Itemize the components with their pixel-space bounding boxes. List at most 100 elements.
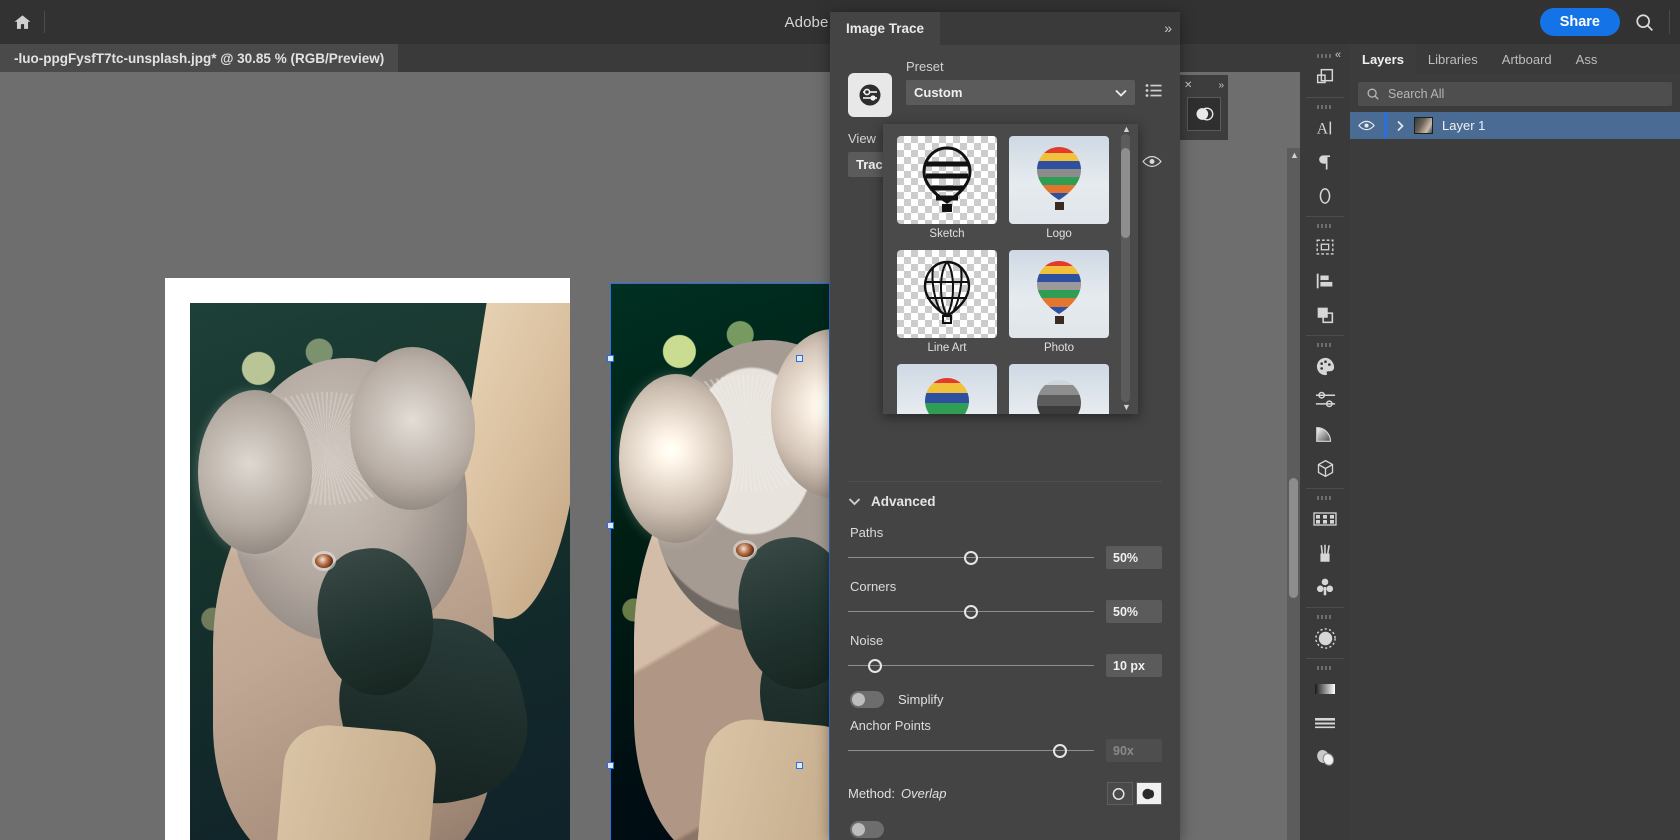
rail-grip-3[interactable] [1317,224,1333,228]
selection-handle-top-right[interactable] [796,355,803,362]
preset-thumbnail-5 [897,364,997,414]
selection-handle-bottom-right[interactable] [796,762,803,769]
traced-image[interactable] [611,284,829,840]
dock-collapse-button[interactable]: « [1330,44,1346,66]
simplify-toggle[interactable] [850,691,884,708]
preset-item-sketch[interactable]: Sketch [897,136,997,240]
tab-assets[interactable]: Ass [1564,44,1610,74]
anchor-points-slider-row: 90x [848,739,1162,762]
artboard[interactable] [165,278,570,840]
3d-cube-icon[interactable] [1302,451,1348,485]
character-icon[interactable] [1302,179,1348,213]
canvas-vertical-scrollbar[interactable]: ▲ [1287,148,1300,840]
selection-handle-middle-left[interactable] [607,522,614,529]
blend-icon[interactable] [1302,740,1348,774]
koala-ear-left [197,390,312,554]
paths-value[interactable]: 50% [1106,546,1162,569]
document-tab[interactable]: -luo-ppgFysfT7tc-unsplash.jpg* @ 30.85 %… [0,44,399,72]
stroke-icon[interactable] [1302,706,1348,740]
search-button[interactable] [1634,12,1655,33]
snap-curves-toggle[interactable] [850,821,884,838]
transform-icon[interactable] [1302,298,1348,332]
chevron-up-icon[interactable]: ▲ [1122,124,1131,134]
tab-image-trace[interactable]: Image Trace [830,12,941,45]
close-icon[interactable]: ✕ [1184,80,1192,91]
corners-slider[interactable] [848,603,1094,621]
rail-grip-5[interactable] [1317,496,1333,500]
image-trace-panel[interactable]: Image Trace » Preset Custom View Trac Ad… [830,12,1180,840]
preset-item-logo[interactable]: Logo [1009,136,1109,240]
paragraph-icon[interactable] [1302,145,1348,179]
rail-group-6 [1300,611,1350,655]
anchor-points-slider-knob[interactable] [1052,743,1067,758]
advanced-section-header[interactable]: Advanced [848,482,1162,515]
scroll-up-icon[interactable]: ▲ [1290,150,1299,160]
table-row[interactable]: Layer 1 [1350,112,1680,139]
corners-value[interactable]: 50% [1106,600,1162,623]
search-all-input[interactable]: Search All [1358,82,1672,106]
mini-panel-header: ✕ » [1180,75,1228,95]
original-image[interactable] [190,303,570,840]
floating-mini-panel[interactable]: ✕ » [1180,75,1228,140]
chevron-double-right-icon[interactable]: » [1164,20,1172,36]
cube-glyph [1317,459,1333,477]
rail-grip-7[interactable] [1317,666,1333,670]
preset-item-line-art[interactable]: Line Art [897,250,997,354]
selection-handle-top-left[interactable] [607,355,614,362]
rail-grip-2[interactable] [1317,105,1333,109]
gradient-bar-icon[interactable] [1302,672,1348,706]
preset-flyout-menu[interactable]: Sketch Logo Line Art Photo ▲ ▼ [883,124,1138,414]
view-preview-toggle[interactable] [1142,155,1162,173]
trace-settings-button[interactable] [848,73,892,117]
selection-handle-bottom-left[interactable] [607,762,614,769]
panel-tab-bar: Layers Libraries Artboard Ass [1350,44,1680,74]
swatches-palette-icon[interactable] [1302,349,1348,383]
preset-item-photo[interactable]: Photo [1009,250,1109,354]
noise-value[interactable]: 10 px [1106,654,1162,677]
artboards-icon[interactable] [1302,230,1348,264]
shape-builder-tool-button[interactable] [1187,97,1221,131]
appearance-icon[interactable] [1302,383,1348,417]
tab-artboard[interactable]: Artboard [1490,44,1564,74]
preset-dropdown[interactable]: Custom [906,80,1135,105]
chevron-double-right-icon[interactable]: » [1218,80,1224,91]
preset-flyout-scrollbar[interactable]: ▲ ▼ [1121,124,1131,412]
method-overlap-button[interactable] [1107,782,1133,805]
traced-image-selection[interactable] [610,283,830,840]
noise-slider[interactable] [848,657,1094,675]
list-menu-icon[interactable] [1145,83,1162,103]
layer-name[interactable]: Layer 1 [1442,118,1485,133]
type-icon[interactable]: A [1302,111,1348,145]
preset-item-6[interactable] [1009,364,1109,414]
noise-slider-knob[interactable] [868,658,883,673]
preset-item-5[interactable] [897,364,997,414]
balloon-logo-icon [1037,147,1081,210]
gradient-icon[interactable] [1302,417,1348,451]
tab-libraries[interactable]: Libraries [1416,44,1490,74]
anchor-points-slider[interactable] [848,742,1094,760]
eye-icon[interactable] [1358,120,1375,131]
method-abutting-button[interactable] [1136,782,1162,805]
symbols-icon[interactable] [1302,570,1348,604]
blend-glyph [1316,749,1334,766]
chevron-down-icon[interactable]: ▼ [1122,402,1131,412]
preset-flyout-scrollbar-thumb[interactable] [1121,148,1130,238]
rail-grip-6[interactable] [1317,615,1333,619]
layer-selection-indicator [1384,112,1387,139]
balloon-photo-icon [1037,261,1081,324]
paths-slider-knob[interactable] [964,550,978,565]
scrollbar-thumb[interactable] [1289,478,1298,598]
transparency-icon[interactable] [1302,621,1348,655]
simplify-row: Simplify [850,691,1162,708]
tab-layers[interactable]: Layers [1350,44,1416,74]
search-icon [1367,88,1379,100]
share-button[interactable]: Share [1539,8,1620,36]
chevron-right-icon[interactable] [1396,120,1405,132]
corners-slider-knob[interactable] [964,604,978,619]
paths-slider[interactable] [848,549,1094,567]
rail-grip-4[interactable] [1317,343,1333,347]
pattern-swatches-icon[interactable] [1302,502,1348,536]
method-row: Method: Overlap [848,782,1162,805]
align-icon[interactable] [1302,264,1348,298]
brushes-icon[interactable] [1302,536,1348,570]
